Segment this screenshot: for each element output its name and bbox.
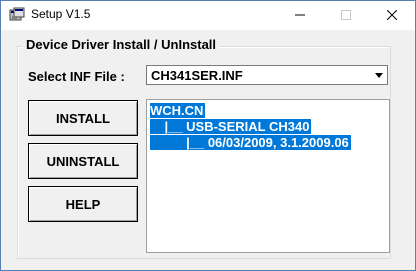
driver-vendor-line[interactable]: WCH.CN: [150, 103, 206, 118]
inf-file-select[interactable]: CH341SER.INF: [146, 65, 388, 85]
install-button[interactable]: INSTALL: [28, 100, 138, 136]
driver-version-line[interactable]: |__ 06/03/2009, 3.1.2009.06: [150, 135, 351, 150]
maximize-icon: [341, 7, 351, 25]
groupbox-label: Device Driver Install / UnInstall: [23, 37, 220, 52]
maximize-button[interactable]: [323, 1, 369, 30]
chevron-down-icon[interactable]: [370, 66, 387, 84]
minimize-button[interactable]: [277, 1, 323, 30]
client-area: Device Driver Install / UnInstall Select…: [1, 30, 415, 270]
inf-file-label: Select INF File :: [28, 69, 125, 84]
driver-info-list[interactable]: WCH.CN |__ USB-SERIAL CH340 |__ 06/03/20…: [146, 99, 390, 253]
close-button[interactable]: [369, 1, 415, 30]
close-icon: [386, 7, 398, 25]
uninstall-button[interactable]: UNINSTALL: [28, 143, 138, 179]
inf-file-value: CH341SER.INF: [151, 68, 243, 83]
driver-device-line[interactable]: |__ USB-SERIAL CH340: [150, 119, 312, 134]
setup-app-icon: [9, 7, 25, 23]
setup-window: Setup V1.5 Device Driver Install / UnIns…: [0, 0, 416, 271]
title-bar[interactable]: Setup V1.5: [1, 1, 415, 30]
help-button[interactable]: HELP: [28, 186, 138, 222]
window-title: Setup V1.5: [31, 7, 91, 21]
minimize-icon: [295, 7, 305, 25]
